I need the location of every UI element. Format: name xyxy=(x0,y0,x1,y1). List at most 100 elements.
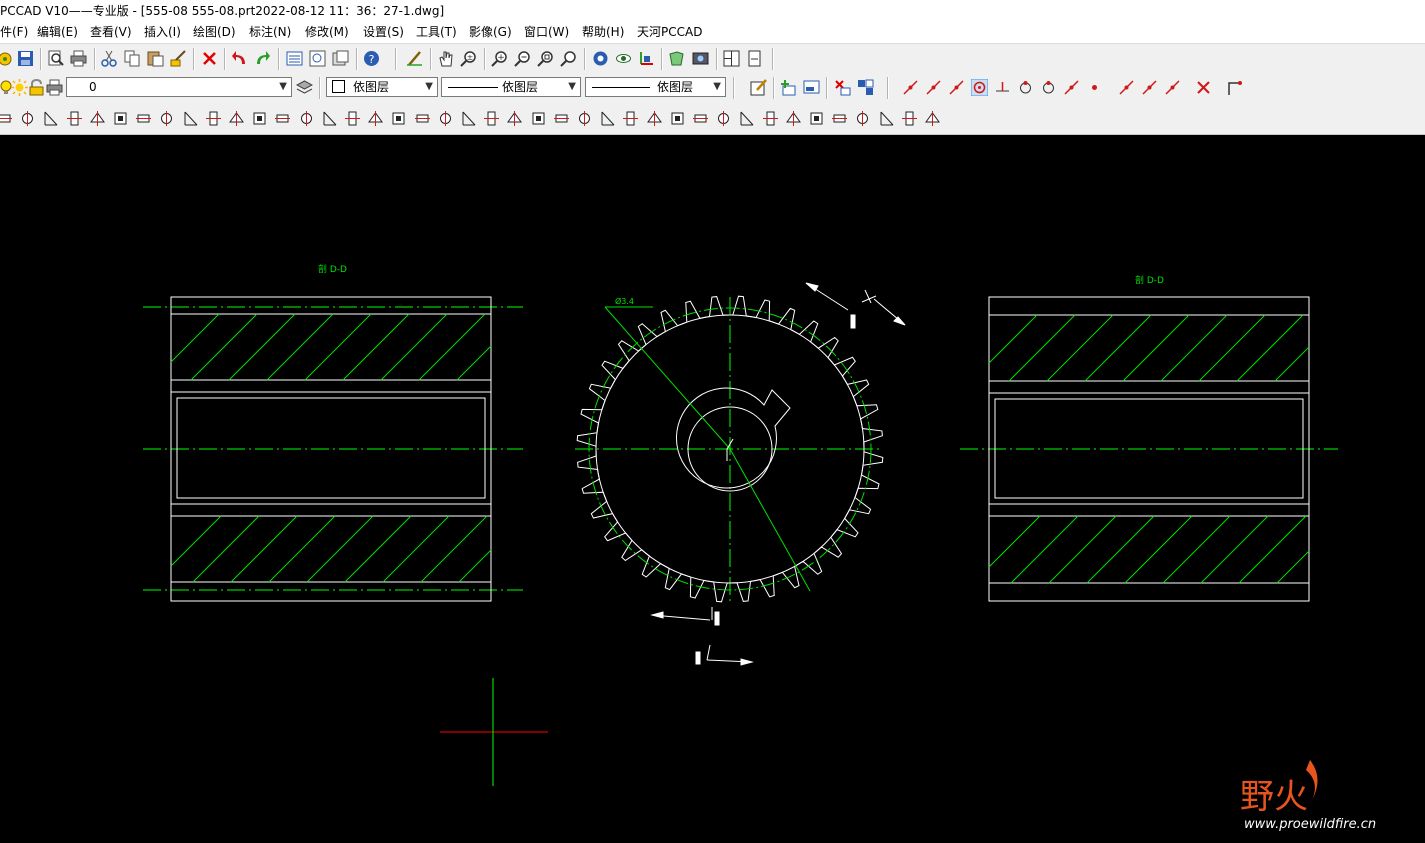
part-symbol-icon[interactable] xyxy=(367,110,384,127)
part-symbol-icon[interactable] xyxy=(669,110,686,127)
part-symbol-icon[interactable] xyxy=(553,110,570,127)
part-symbol-icon[interactable] xyxy=(715,110,732,127)
part-symbol-icon[interactable] xyxy=(0,110,13,127)
3d-view-icon[interactable] xyxy=(668,50,685,67)
snap-apparent-icon[interactable] xyxy=(1118,79,1135,96)
explode-icon[interactable] xyxy=(834,79,851,96)
menu-pccad[interactable]: 天河PCCAD xyxy=(637,22,702,43)
linetype-dropdown[interactable]: 依图层 ▼ xyxy=(441,77,581,97)
part-symbol-icon[interactable] xyxy=(205,110,222,127)
part-symbol-icon[interactable] xyxy=(878,110,895,127)
color-dropdown[interactable]: 依图层 ▼ xyxy=(326,77,438,97)
snap-none-icon[interactable] xyxy=(1195,79,1212,96)
print-icon[interactable] xyxy=(70,50,87,67)
menu-help[interactable]: 帮助(H) xyxy=(582,22,624,43)
menu-draw[interactable]: 绘图(D) xyxy=(193,22,236,43)
snap-nearest-icon[interactable] xyxy=(1164,79,1181,96)
layer-dropdown[interactable]: 0 ▼ xyxy=(66,77,292,97)
part-symbol-icon[interactable] xyxy=(901,110,918,127)
visibility-icon[interactable] xyxy=(615,50,632,67)
part-symbol-icon[interactable] xyxy=(274,110,291,127)
part-symbol-icon[interactable] xyxy=(182,110,199,127)
part-symbol-icon[interactable] xyxy=(854,110,871,127)
menu-file[interactable]: 件(F) xyxy=(0,22,28,43)
menu-dimension[interactable]: 标注(N) xyxy=(249,22,291,43)
paste-icon[interactable] xyxy=(147,50,164,67)
part-symbol-icon[interactable] xyxy=(483,110,500,127)
sketch-icon[interactable] xyxy=(406,50,423,67)
properties-icon[interactable] xyxy=(286,50,303,67)
insert-block-icon[interactable] xyxy=(780,79,797,96)
design-center-icon[interactable] xyxy=(309,50,326,67)
undo-icon[interactable] xyxy=(231,50,248,67)
snap-intersection-icon[interactable] xyxy=(948,79,965,96)
part-symbol-icon[interactable] xyxy=(762,110,779,127)
part-symbol-icon[interactable] xyxy=(112,110,129,127)
part-symbol-icon[interactable] xyxy=(530,110,547,127)
part-symbol-icon[interactable] xyxy=(135,110,152,127)
snap-settings-icon[interactable] xyxy=(1226,79,1243,96)
zoom-out-icon[interactable] xyxy=(514,50,531,67)
part-symbol-icon[interactable] xyxy=(19,110,36,127)
part-symbol-icon[interactable] xyxy=(460,110,477,127)
open-icon[interactable] xyxy=(0,50,14,67)
menu-modify[interactable]: 修改(M) xyxy=(305,22,349,43)
cut-icon[interactable] xyxy=(101,50,118,67)
print-preview-icon[interactable] xyxy=(47,50,64,67)
menu-settings[interactable]: 设置(S) xyxy=(363,22,404,43)
view-icon[interactable] xyxy=(592,50,609,67)
part-symbol-icon[interactable] xyxy=(924,110,941,127)
part-symbol-icon[interactable] xyxy=(158,110,175,127)
ucs-icon[interactable] xyxy=(638,50,655,67)
menu-edit[interactable]: 编辑(E) xyxy=(37,22,78,43)
match-properties-icon[interactable] xyxy=(170,50,187,67)
snap-quadrant-icon[interactable] xyxy=(1040,79,1057,96)
zoom-extents-icon[interactable] xyxy=(560,50,577,67)
part-symbol-icon[interactable] xyxy=(738,110,755,127)
menu-insert[interactable]: 插入(I) xyxy=(144,22,181,43)
part-symbol-icon[interactable] xyxy=(344,110,361,127)
menu-window[interactable]: 窗口(W) xyxy=(524,22,569,43)
split-view-icon[interactable] xyxy=(723,50,740,67)
menu-view[interactable]: 查看(V) xyxy=(90,22,132,43)
part-symbol-icon[interactable] xyxy=(437,110,454,127)
menu-image[interactable]: 影像(G) xyxy=(469,22,512,43)
block-attribute-icon[interactable] xyxy=(803,79,820,96)
part-symbol-icon[interactable] xyxy=(808,110,825,127)
part-symbol-icon[interactable] xyxy=(228,110,245,127)
part-symbol-icon[interactable] xyxy=(89,110,106,127)
layer-manager-icon[interactable] xyxy=(296,79,313,96)
edit-icon[interactable] xyxy=(750,79,767,96)
delete-icon[interactable] xyxy=(201,50,218,67)
part-symbol-icon[interactable] xyxy=(321,110,338,127)
zoom-in-icon[interactable]: + xyxy=(491,50,508,67)
snap-tangent-icon[interactable] xyxy=(1017,79,1034,96)
copy-icon[interactable] xyxy=(124,50,141,67)
menu-tools[interactable]: 工具(T) xyxy=(416,22,457,43)
redo-icon[interactable] xyxy=(254,50,271,67)
part-symbol-icon[interactable] xyxy=(42,110,59,127)
part-symbol-icon[interactable] xyxy=(692,110,709,127)
group-icon[interactable] xyxy=(857,79,874,96)
drawing-canvas[interactable]: 剖 D-D Ø3.4 剖 D-D 野火 www.proewildfire.cn xyxy=(0,135,1425,839)
snap-extension-icon[interactable] xyxy=(1141,79,1158,96)
part-symbol-icon[interactable] xyxy=(414,110,431,127)
part-symbol-icon[interactable] xyxy=(576,110,593,127)
printer-icon[interactable] xyxy=(46,79,63,96)
page-icon[interactable] xyxy=(746,50,763,67)
help-icon[interactable]: ? xyxy=(363,50,380,67)
part-symbol-icon[interactable] xyxy=(298,110,315,127)
part-symbol-icon[interactable] xyxy=(622,110,639,127)
camera-icon[interactable] xyxy=(692,50,709,67)
snap-node-icon[interactable] xyxy=(1086,79,1103,96)
part-symbol-icon[interactable] xyxy=(646,110,663,127)
part-symbol-icon[interactable] xyxy=(785,110,802,127)
snap-endpoint-icon[interactable] xyxy=(902,79,919,96)
save-icon[interactable] xyxy=(17,50,34,67)
part-symbol-icon[interactable] xyxy=(390,110,407,127)
part-symbol-icon[interactable] xyxy=(251,110,268,127)
zoom-realtime-icon[interactable]: ± xyxy=(460,50,477,67)
pan-icon[interactable] xyxy=(437,50,454,67)
part-symbol-icon[interactable] xyxy=(599,110,616,127)
lineweight-dropdown[interactable]: 依图层 ▼ xyxy=(585,77,726,97)
